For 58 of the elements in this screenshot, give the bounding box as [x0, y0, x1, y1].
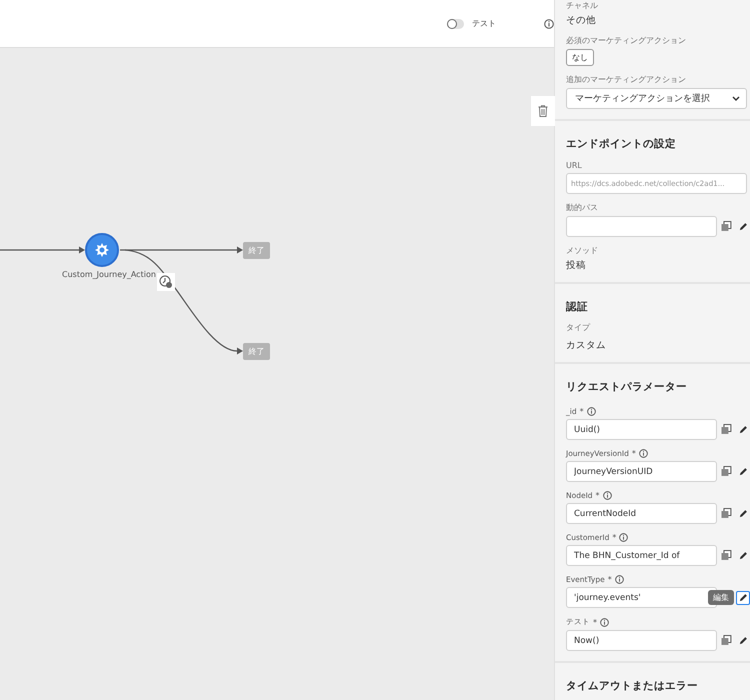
field-label: メソッド	[566, 245, 599, 256]
gear-icon	[94, 242, 110, 258]
required-mark: *	[608, 575, 612, 584]
required-mark: *	[593, 618, 597, 626]
pencil-icon	[738, 509, 748, 518]
field-label: 動的パス	[566, 202, 599, 213]
section-title: エンドポイントの設定	[566, 137, 677, 151]
auth-type-value: カスタム	[566, 339, 607, 352]
pencil-icon	[738, 222, 748, 231]
required-mark: *	[580, 407, 584, 416]
field-label: 追加のマーケティングアクション	[566, 74, 687, 85]
pencil-icon	[738, 593, 748, 602]
required-mark: *	[596, 491, 600, 500]
param-field[interactable]: The BHN_Customer_Id of	[566, 545, 718, 566]
field-label: 必須のマーケティングアクション	[566, 35, 687, 46]
required-mark: *	[632, 449, 636, 458]
info-icon[interactable]	[638, 449, 648, 458]
pencil-icon	[738, 425, 748, 434]
copy-icon[interactable]	[721, 508, 732, 519]
param-field[interactable]: Now()	[566, 630, 718, 651]
copy-icon[interactable]	[721, 424, 732, 435]
field-label: URL	[566, 161, 583, 170]
delete-button[interactable]	[531, 96, 555, 126]
trash-icon	[538, 105, 548, 117]
node-label: Custom_Journey_Action	[62, 270, 156, 279]
info-icon[interactable]	[602, 491, 612, 500]
action-node[interactable]	[85, 233, 119, 267]
param-field[interactable]: Uuid()	[566, 419, 718, 440]
timer-icon[interactable]	[157, 273, 175, 291]
field-label: チャネル	[566, 0, 599, 11]
section-title: リクエストパラメーター	[566, 380, 688, 394]
toggle-label: テスト	[472, 18, 496, 29]
edit-button[interactable]	[736, 590, 750, 604]
section-title: 認証	[566, 300, 589, 314]
pencil-icon	[738, 636, 748, 645]
info-icon[interactable]	[586, 407, 596, 416]
pencil-icon	[738, 551, 748, 560]
section-title: タイムアウトまたはエラー	[566, 679, 699, 693]
action-tag: なし	[566, 49, 594, 66]
test-toggle[interactable]	[447, 18, 464, 28]
marketing-action-dropdown[interactable]: マーケティングアクションを選択	[566, 88, 747, 109]
pencil-icon	[738, 467, 748, 476]
required-mark: *	[612, 533, 616, 542]
copy-icon[interactable]	[721, 466, 732, 477]
info-icon[interactable]	[614, 575, 624, 584]
method-value: 投稿	[566, 259, 587, 272]
info-icon[interactable]	[619, 533, 628, 542]
param-field[interactable]: CurrentNodeId	[566, 503, 718, 524]
info-icon[interactable]	[544, 18, 554, 28]
chevron-icon	[732, 96, 740, 102]
channel-value: その他	[566, 14, 597, 27]
edit-tooltip: 編集	[708, 590, 734, 605]
path-field[interactable]	[566, 216, 718, 237]
field-label: タイプ	[566, 322, 592, 333]
copy-icon[interactable]	[721, 221, 732, 232]
copy-icon[interactable]	[721, 550, 732, 561]
info-icon[interactable]	[600, 618, 609, 626]
copy-icon[interactable]	[721, 635, 732, 646]
